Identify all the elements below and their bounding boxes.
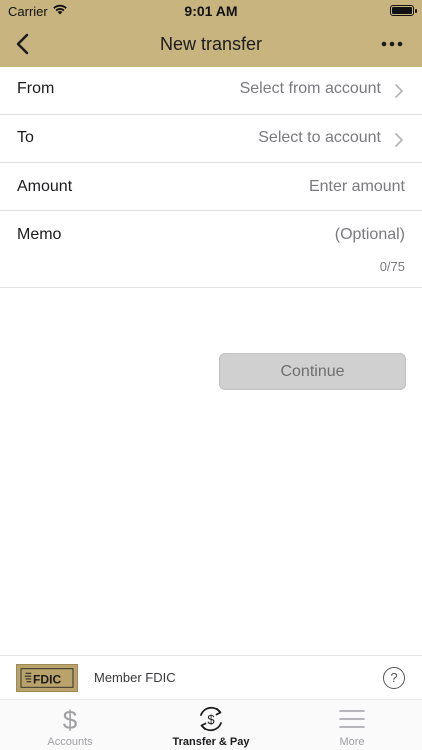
- fdic-logo: FDIC: [16, 664, 78, 692]
- memo-input[interactable]: (Optional): [335, 226, 405, 244]
- more-options-icon[interactable]: [378, 30, 406, 58]
- transfer-icon: $: [200, 706, 222, 732]
- memo-label: Memo: [17, 226, 62, 243]
- svg-text:$: $: [207, 712, 215, 727]
- status-time: 9:01 AM: [184, 3, 238, 19]
- chevron-right-icon: [395, 84, 403, 98]
- to-account-value: Select to account: [258, 129, 381, 146]
- from-account-row[interactable]: From Select from account: [0, 67, 422, 115]
- tab-transfer-pay-label: Transfer & Pay: [172, 736, 250, 748]
- member-fdic-text: Member FDIC: [94, 670, 176, 685]
- tab-bar: $ Accounts $ Transfer & Pay More: [0, 700, 422, 750]
- from-account-value: Select from account: [239, 80, 381, 97]
- to-label: To: [17, 129, 34, 146]
- status-bar: Carrier 9:01 AM: [0, 0, 422, 22]
- tab-accounts[interactable]: $ Accounts: [0, 700, 140, 750]
- battery-icon: [390, 5, 417, 16]
- svg-text:FDIC: FDIC: [33, 673, 61, 687]
- tab-more-label: More: [339, 736, 365, 748]
- back-arrow-icon[interactable]: [10, 30, 38, 58]
- page-title: New transfer: [159, 34, 263, 54]
- tab-accounts-label: Accounts: [47, 736, 93, 748]
- memo-row[interactable]: Memo (Optional) 0/75: [0, 211, 422, 288]
- fdic-footer: FDIC Member FDIC ?: [0, 655, 422, 700]
- from-label: From: [17, 80, 55, 97]
- amount-input[interactable]: Enter amount: [309, 178, 405, 196]
- memo-character-counter: 0/75: [379, 259, 405, 274]
- dollar-icon: $: [63, 705, 78, 733]
- top-bar: Carrier 9:01 AM New transfer: [0, 0, 422, 67]
- svg-text:$: $: [63, 705, 78, 733]
- tab-more[interactable]: More: [282, 700, 422, 750]
- amount-row[interactable]: Amount Enter amount: [0, 163, 422, 211]
- chevron-right-icon: [395, 133, 403, 147]
- amount-label: Amount: [17, 178, 73, 195]
- menu-icon: [339, 710, 365, 728]
- help-icon[interactable]: ?: [383, 667, 405, 689]
- continue-button[interactable]: Continue: [219, 353, 406, 390]
- navigation-bar: New transfer: [0, 22, 422, 67]
- tab-transfer-pay[interactable]: $ Transfer & Pay: [141, 700, 281, 750]
- to-account-row[interactable]: To Select to account: [0, 115, 422, 163]
